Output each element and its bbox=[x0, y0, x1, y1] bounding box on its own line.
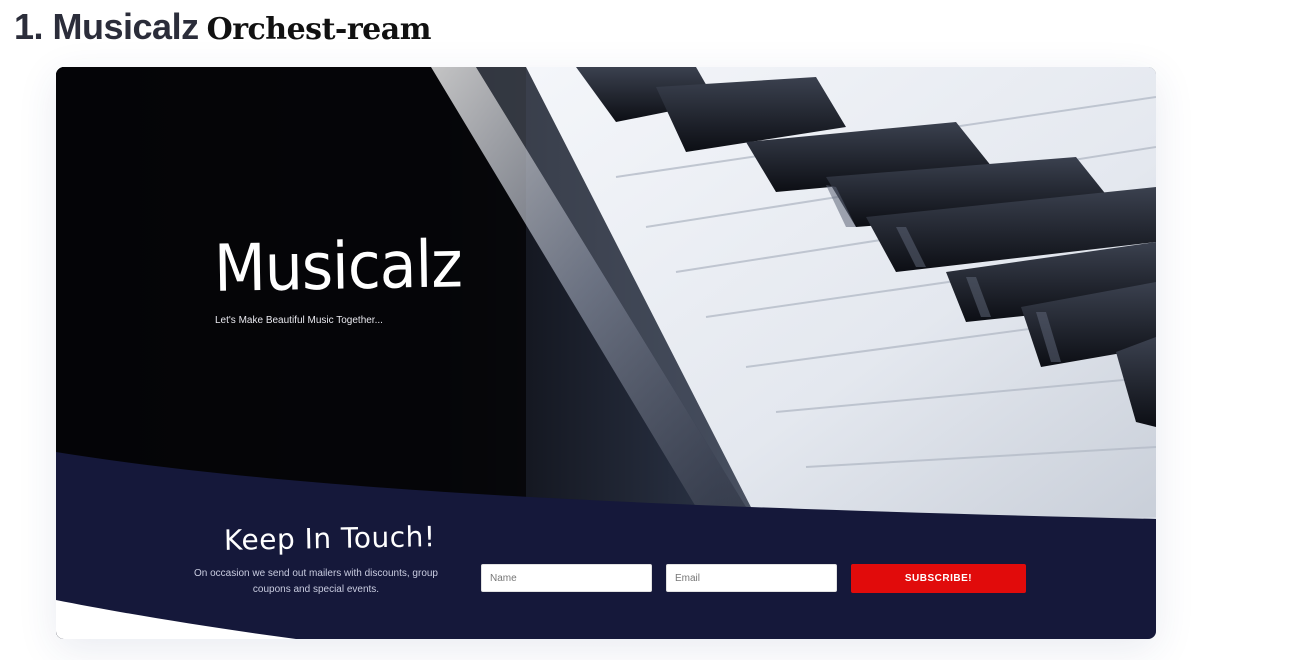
newsletter-description: On occasion we send out mailers with dis… bbox=[193, 568, 438, 595]
piano-hero-image bbox=[56, 67, 1156, 639]
name-input[interactable] bbox=[481, 564, 652, 592]
page-title-sub: Orchest-ream bbox=[206, 12, 432, 47]
hero-tagline: Let's Make Beautiful Music Together... bbox=[215, 315, 383, 326]
theme-preview-card: Musicalz Let's Make Beautiful Music Toge… bbox=[56, 67, 1156, 639]
subscribe-button[interactable]: SUBSCRIBE! bbox=[851, 564, 1026, 593]
page-title: 1. Musicalz Orchest-ream bbox=[14, 6, 431, 50]
newsletter-heading: Keep In Touch! bbox=[223, 520, 436, 557]
page-title-main: 1. Musicalz bbox=[14, 6, 199, 47]
hero-logo: Musicalz bbox=[213, 226, 463, 308]
email-input[interactable] bbox=[666, 564, 837, 592]
